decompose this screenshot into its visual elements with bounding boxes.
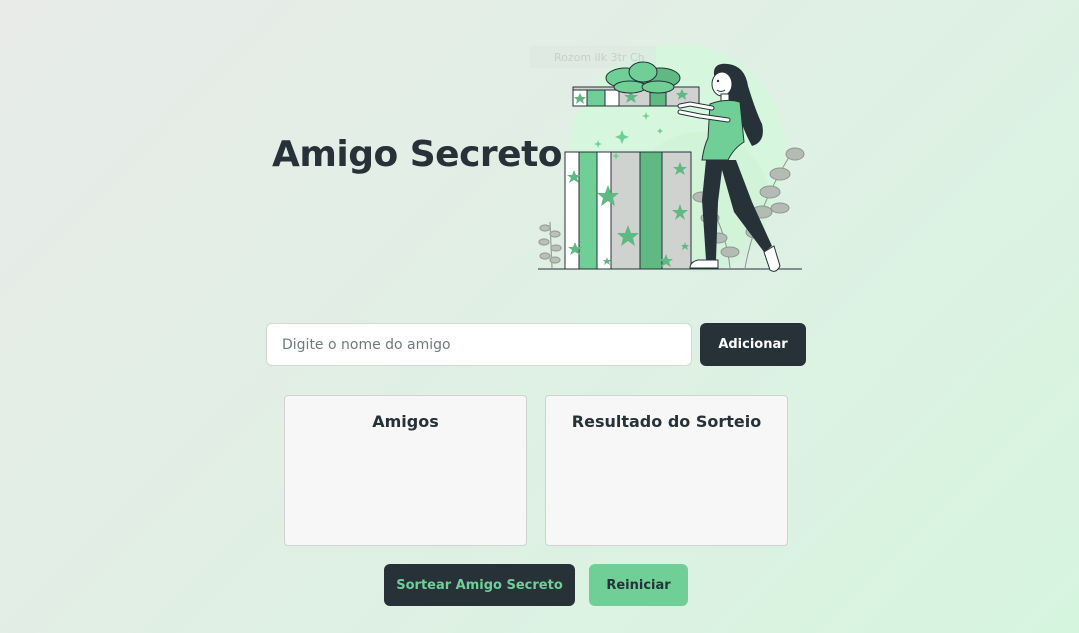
result-panel: Resultado do Sorteio	[545, 395, 788, 546]
page-title: Amigo Secreto	[272, 134, 563, 175]
friends-panel: Amigos	[284, 395, 527, 546]
page-header: Amigo Secreto Rozom ilk 3tr Ch	[0, 0, 1079, 290]
reset-button[interactable]: Reiniciar	[589, 564, 688, 606]
svg-text:Rozom ilk 3tr Ch: Rozom ilk 3tr Ch	[554, 51, 645, 64]
friends-panel-title: Amigos	[372, 412, 439, 431]
result-panel-title: Resultado do Sorteio	[571, 412, 762, 431]
woman-gift-illustration: Rozom ilk 3tr Ch	[530, 44, 805, 272]
friend-name-input[interactable]	[266, 323, 692, 366]
add-button[interactable]: Adicionar	[700, 323, 806, 366]
draw-secret-friend-button[interactable]: Sortear Amigo Secreto	[384, 564, 575, 606]
add-friend-row: Adicionar	[266, 323, 806, 366]
